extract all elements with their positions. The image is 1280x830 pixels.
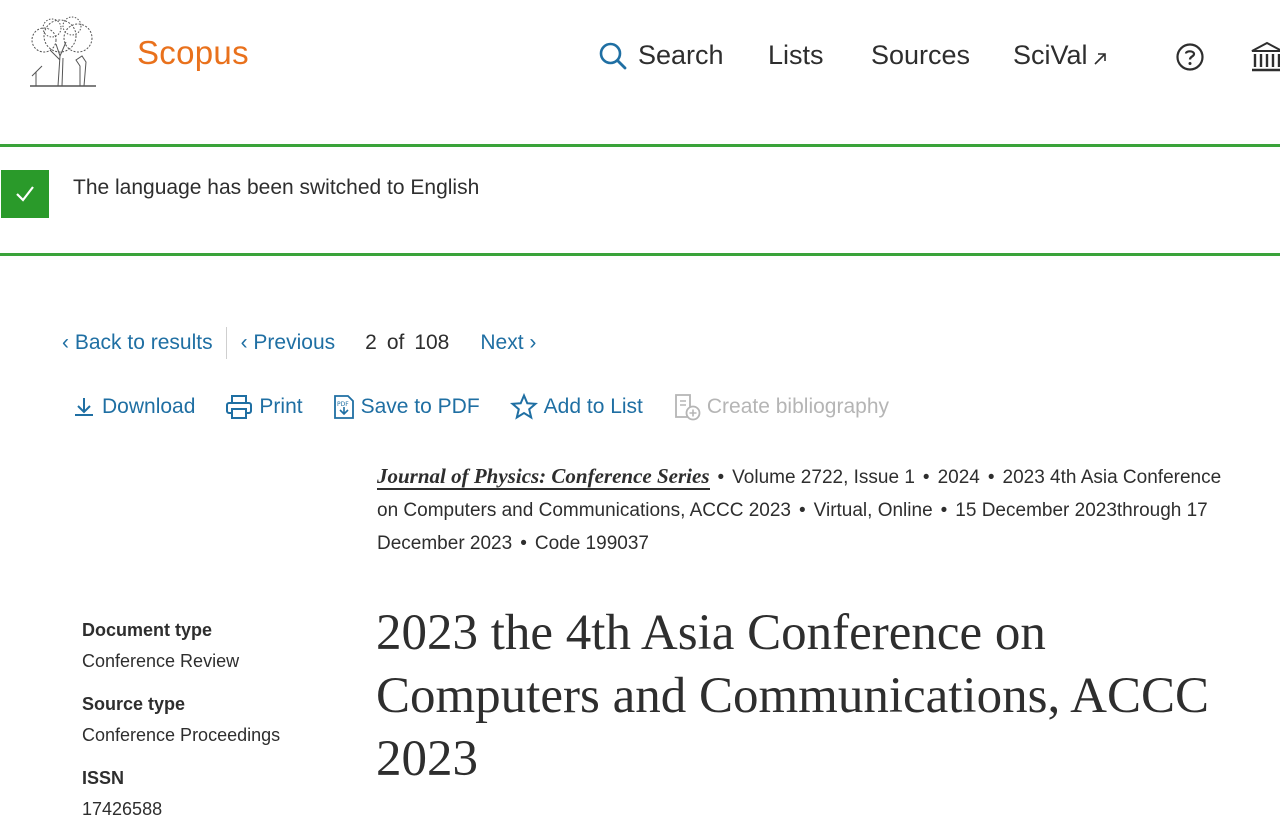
success-check-icon: [1, 170, 49, 218]
issn-value: 17426588: [82, 799, 163, 819]
source-info: Journal of Physics: Conference Series • Vo…: [377, 460, 1237, 560]
create-bibliography-button[interactable]: Create bibliography: [673, 393, 889, 421]
print-label: Print: [259, 395, 303, 418]
volume-issue: Volume 2722, Issue 1: [732, 467, 915, 488]
add-to-list-label: Add to List: [543, 395, 643, 418]
bullet: •: [717, 467, 725, 488]
download-button[interactable]: Download: [72, 395, 195, 419]
issn-label: ISSN: [82, 768, 125, 788]
institution-icon[interactable]: [1250, 40, 1280, 74]
add-to-list-button[interactable]: Add to List: [509, 393, 643, 421]
search-icon: [599, 42, 627, 69]
language-alert: The language has been switched to Englis…: [0, 144, 1280, 256]
result-navigation: ‹ Back to results ‹ Previous 2 of 108 Ne…: [62, 327, 536, 359]
nav-scival-label: SciVal: [1013, 40, 1088, 70]
nav-search[interactable]: Search: [598, 40, 724, 71]
result-counter: 2 of 108: [365, 331, 449, 355]
top-header: Scopus Search Lists Sources SciVal: [0, 0, 1280, 115]
nav-sources-label: Sources: [871, 40, 971, 70]
print-button[interactable]: Print: [225, 394, 303, 420]
conference-location: Virtual, Online: [813, 500, 933, 521]
chevron-left-icon: ‹: [62, 331, 69, 354]
create-bibliography-label: Create bibliography: [706, 395, 889, 418]
of-label: of: [386, 331, 405, 354]
pdf-icon: PDF: [333, 395, 354, 419]
download-icon: [75, 398, 93, 416]
scopus-brand[interactable]: Scopus: [137, 34, 249, 72]
nav-lists-label: Lists: [768, 40, 824, 70]
bullet: •: [798, 500, 806, 521]
bibliography-icon: [674, 394, 701, 421]
divider: [225, 327, 227, 359]
elsevier-tree-logo[interactable]: [22, 16, 104, 92]
journal-link[interactable]: Journal of Physics: Conference Series: [377, 464, 710, 490]
previous-link[interactable]: ‹ Previous: [241, 331, 336, 355]
conference-code: Code 199037: [534, 533, 649, 554]
publication-year: 2024: [937, 467, 980, 488]
bullet: •: [987, 467, 995, 488]
download-label: Download: [102, 395, 196, 418]
svg-text:PDF: PDF: [337, 401, 349, 408]
help-icon[interactable]: [1175, 42, 1205, 72]
document-metadata: Document type Conference Review Source t…: [82, 618, 342, 830]
previous-label: Previous: [253, 331, 336, 354]
bullet: •: [922, 467, 930, 488]
document-type-value: Conference Review: [82, 651, 240, 671]
nav-scival[interactable]: SciVal: [1013, 40, 1108, 71]
nav-search-label: Search: [638, 40, 724, 70]
document-type-label: Document type: [82, 620, 213, 640]
bullet: •: [520, 533, 527, 554]
back-to-results-link[interactable]: ‹ Back to results: [62, 331, 213, 355]
star-icon: [509, 393, 538, 420]
alert-message: The language has been switched to Englis…: [73, 176, 480, 199]
print-icon: [226, 395, 253, 419]
document-toolbar: Download Print PDF Save to PDF Add to Li…: [72, 392, 919, 422]
nav-sources[interactable]: Sources: [871, 40, 970, 71]
current-index: 2: [365, 331, 377, 354]
next-label: Next: [480, 331, 524, 354]
chevron-left-icon: ‹: [240, 331, 248, 354]
save-to-pdf-button[interactable]: PDF Save to PDF: [333, 394, 480, 420]
chevron-right-icon: ›: [529, 331, 537, 354]
next-link[interactable]: Next ›: [480, 331, 536, 355]
nav-lists[interactable]: Lists: [768, 40, 824, 71]
document-title: 2023 the 4th Asia Conference on Computer…: [376, 605, 1210, 787]
bullet: •: [940, 500, 948, 521]
source-type-value: Conference Proceedings: [82, 725, 281, 745]
source-type-label: Source type: [82, 694, 186, 714]
total-count: 108: [414, 331, 450, 354]
save-to-pdf-label: Save to PDF: [360, 395, 480, 418]
back-to-results-label: Back to results: [74, 331, 213, 354]
external-link-icon: [1093, 52, 1106, 65]
